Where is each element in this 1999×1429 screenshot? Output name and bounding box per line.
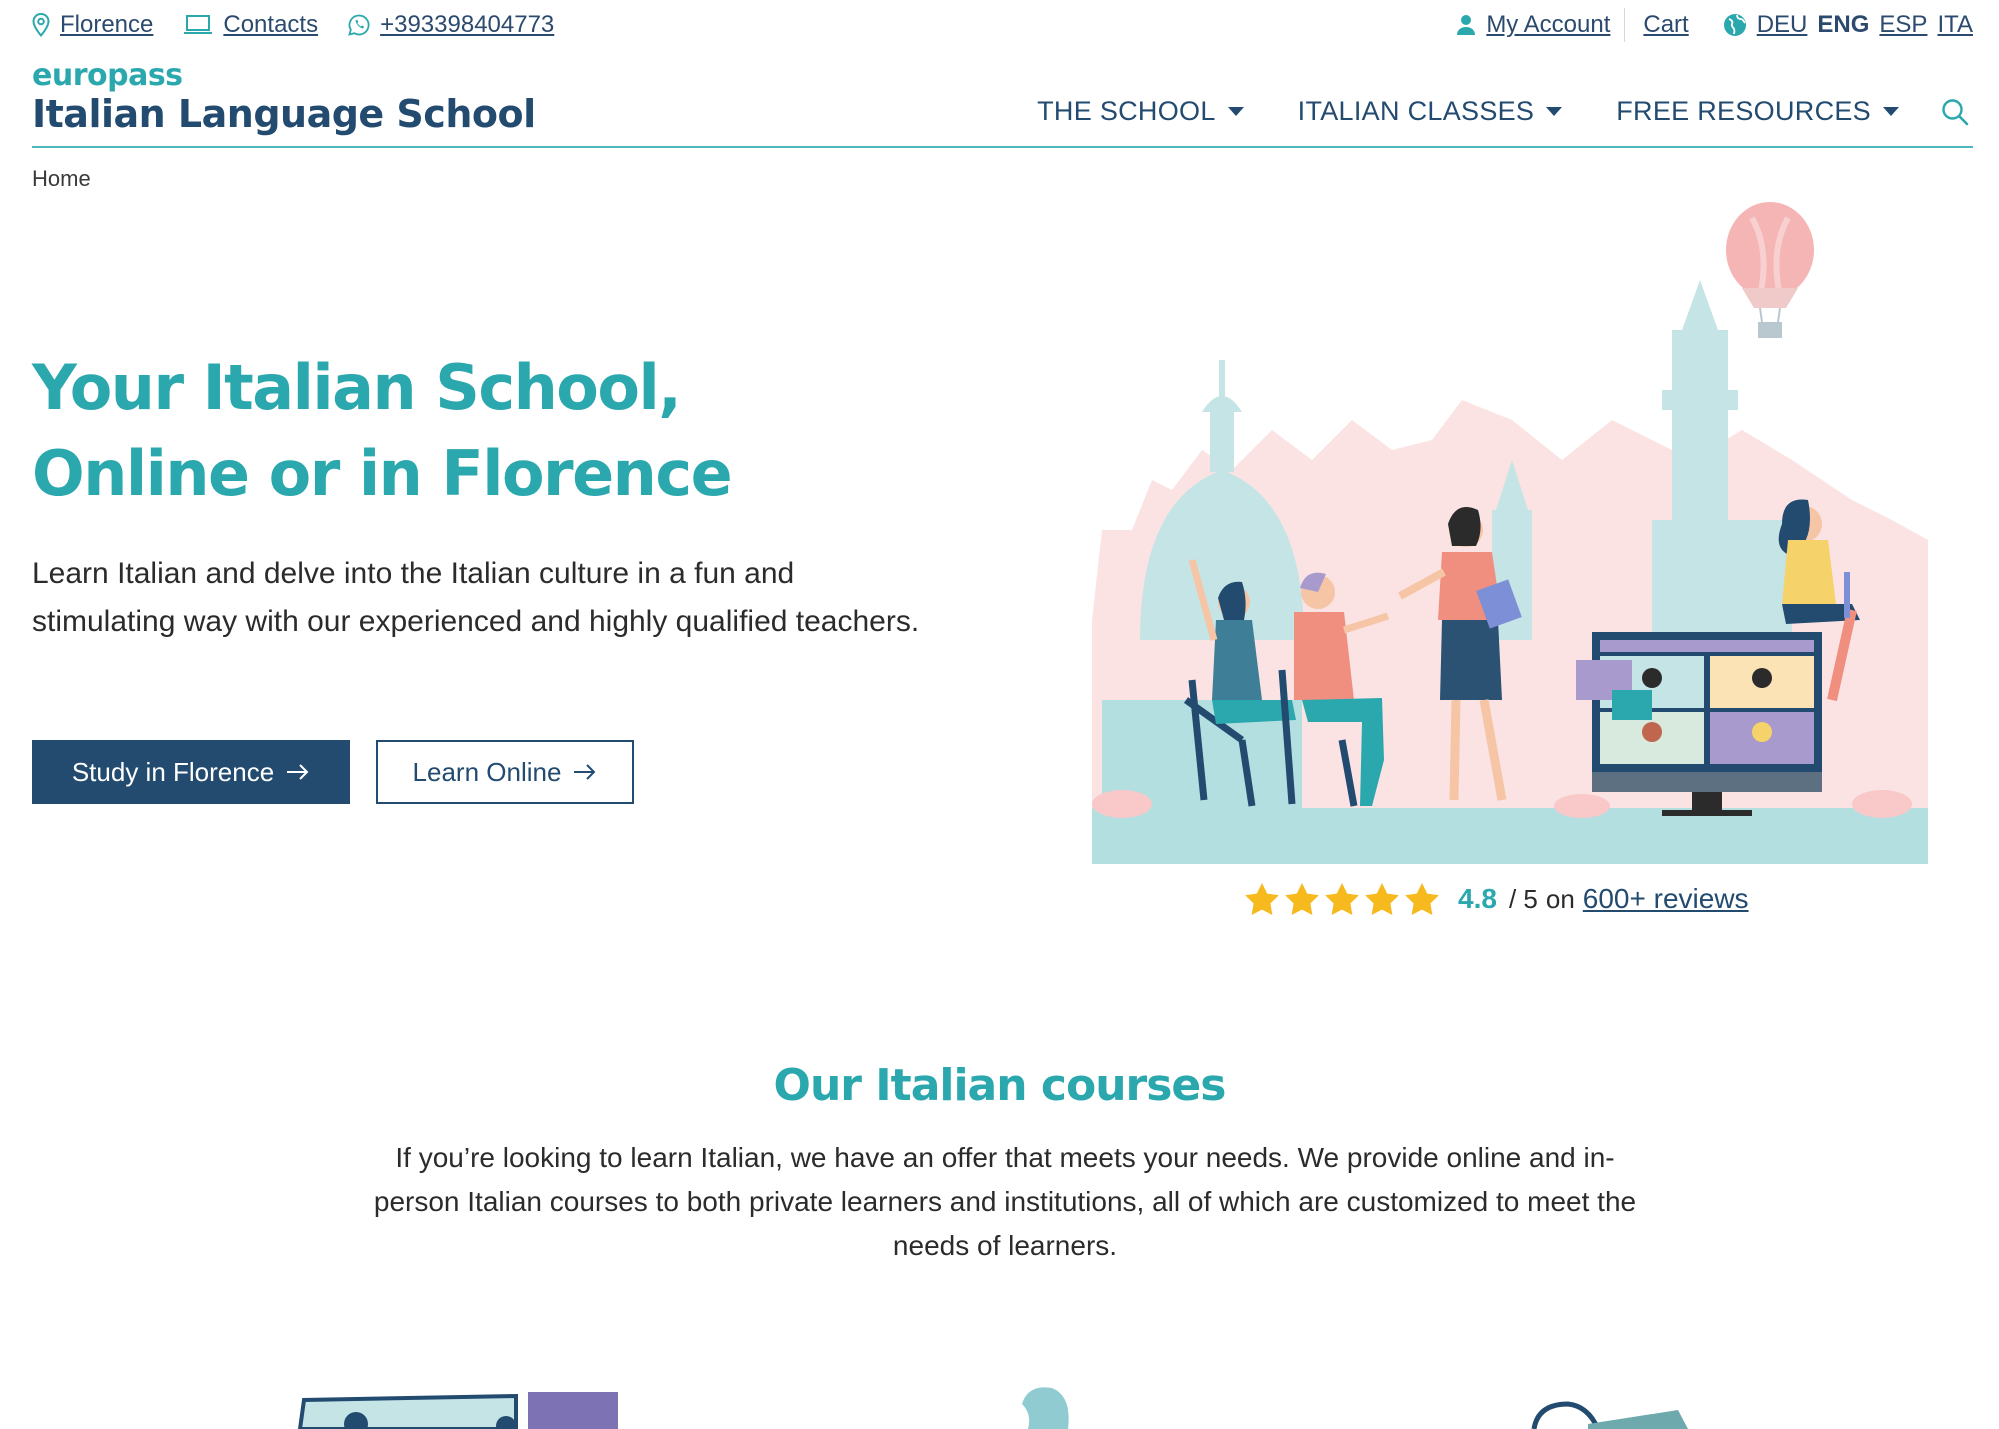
nav-italian-classes[interactable]: ITALIAN CLASSES	[1298, 96, 1563, 127]
study-in-florence-button[interactable]: Study in Florence	[32, 740, 350, 804]
reviews-link[interactable]: 600+ reviews	[1583, 883, 1749, 915]
star-icon	[1405, 883, 1439, 915]
nav-label: THE SCHOOL	[1037, 96, 1216, 126]
hero-title-line2: Online or in Florence	[32, 437, 733, 510]
monitor-video-call	[1576, 632, 1822, 816]
main-nav: THE SCHOOL ITALIAN CLASSES FREE RESOURCE…	[1037, 96, 1969, 127]
rating-on: on	[1545, 883, 1575, 914]
button-label: Learn Online	[412, 756, 562, 787]
course-illustration-1	[297, 1392, 618, 1429]
caret-down-icon	[1546, 107, 1563, 116]
contacts-link[interactable]: Contacts	[183, 11, 318, 39]
button-label: Study in Florence	[71, 756, 275, 787]
star-icon	[1245, 883, 1279, 915]
brand-logo-text[interactable]: Italian Language School	[32, 92, 536, 136]
course-illustration-2	[1022, 1387, 1069, 1429]
language-switcher: DEU ENG ESP ITA	[1723, 11, 1973, 39]
search-button[interactable]	[1941, 98, 1969, 126]
hot-air-balloon-icon	[1726, 202, 1814, 338]
nav-free-resources[interactable]: FREE RESOURCES	[1616, 96, 1899, 127]
language-esp[interactable]: ESP	[1879, 11, 1927, 39]
language-deu[interactable]: DEU	[1757, 11, 1808, 39]
hero-illustration	[1092, 202, 1928, 864]
language-ita[interactable]: ITA	[1937, 11, 1973, 39]
hero-title: Your Italian School, Online or in Floren…	[32, 345, 912, 517]
nav-the-school[interactable]: THE SCHOOL	[1037, 96, 1244, 127]
contacts-label: Contacts	[223, 11, 319, 38]
learn-online-button[interactable]: Learn Online	[376, 740, 634, 804]
location-pin-icon	[32, 13, 50, 37]
star-icon	[1365, 883, 1399, 915]
caret-down-icon	[1883, 107, 1899, 116]
header-divider	[32, 146, 1973, 148]
breadcrumb[interactable]: Home	[32, 166, 91, 192]
rating-summary: 4.8 / 5 on 600+ reviews	[1244, 882, 1749, 916]
top-bar-left: Florence Contacts +393398404773	[32, 11, 584, 39]
star-rating	[1244, 882, 1444, 916]
top-bar-right: My Account Cart DEU ENG ESP ITA	[1456, 8, 1973, 42]
search-icon	[1942, 98, 1969, 125]
whatsapp-icon	[348, 14, 370, 36]
cart-label: Cart	[1643, 11, 1689, 38]
phone-link[interactable]: +393398404773	[348, 11, 554, 39]
cart-link[interactable]: Cart	[1643, 11, 1688, 39]
laptop-icon	[184, 15, 213, 34]
bush	[1852, 790, 1912, 818]
my-account-label: My Account	[1486, 11, 1611, 38]
rating-scale: / 5	[1508, 883, 1538, 914]
brand-europass[interactable]: europass	[32, 58, 183, 93]
location-link[interactable]: Florence	[32, 11, 153, 39]
hero-title-line1: Your Italian School,	[32, 351, 682, 424]
star-icon	[1325, 883, 1359, 915]
divider	[1624, 8, 1626, 42]
star-icon	[1285, 883, 1319, 915]
hero-description: Learn Italian and delve into the Italian…	[32, 557, 920, 638]
phone-label: +393398404773	[380, 11, 555, 38]
location-label: Florence	[60, 11, 154, 38]
my-account-link[interactable]: My Account	[1456, 11, 1610, 39]
ground	[1092, 808, 1928, 864]
rating-value: 4.8	[1458, 883, 1497, 914]
bush	[1554, 794, 1610, 818]
arrow-right-icon	[574, 764, 596, 780]
caret-down-icon	[1227, 107, 1244, 116]
course-illustration-3	[1531, 1401, 1688, 1429]
arrow-right-icon	[287, 764, 309, 780]
nav-label: ITALIAN CLASSES	[1297, 96, 1535, 126]
language-eng[interactable]: ENG	[1817, 11, 1869, 39]
nav-label: FREE RESOURCES	[1616, 96, 1871, 126]
courses-section-title: Our Italian courses	[773, 1060, 1227, 1111]
user-icon	[1457, 15, 1476, 35]
globe-icon	[1723, 14, 1746, 36]
bush	[1092, 790, 1152, 818]
top-bar: Florence Contacts +393398404773 My Accou…	[32, 8, 1973, 42]
courses-section-description: If you’re looking to learn Italian, we h…	[373, 1142, 1637, 1261]
